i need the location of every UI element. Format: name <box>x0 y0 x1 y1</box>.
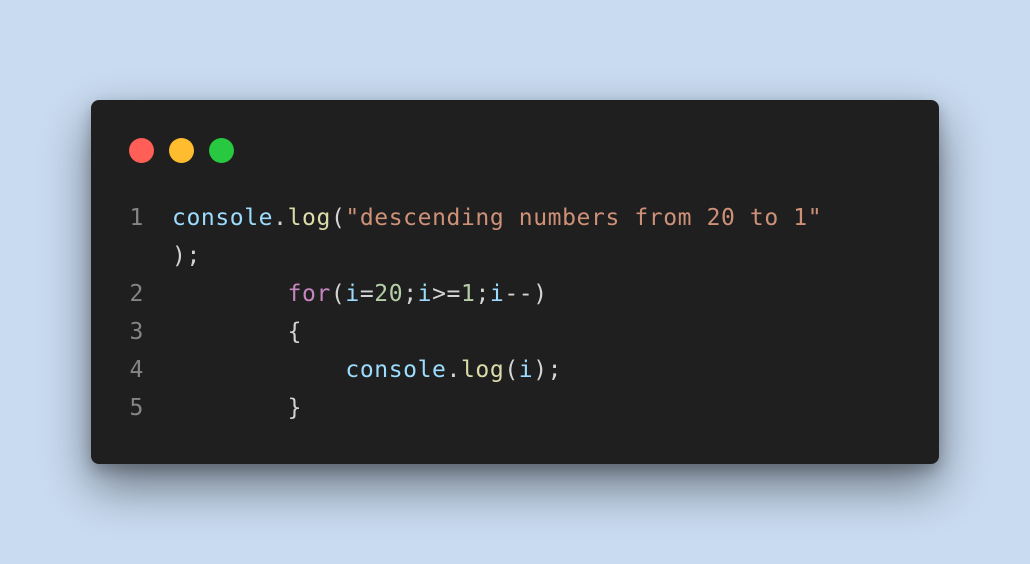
line-number <box>91 237 144 275</box>
code-token: i <box>489 281 505 307</box>
close-dot-icon[interactable] <box>129 138 154 163</box>
code-token: 20 <box>374 281 404 307</box>
window-controls <box>129 138 234 163</box>
line-source: console.log("descending numbers from 20 … <box>144 199 822 237</box>
code-token: . <box>273 205 288 231</box>
code-token: log <box>287 205 331 231</box>
line-source: for(i=20;i>=1;i--) <box>144 275 548 313</box>
code-token: log <box>460 357 505 383</box>
code-token: . <box>446 357 461 383</box>
line-number: 3 <box>129 319 144 345</box>
line-source: console.log(i); <box>144 351 562 389</box>
code-token: console <box>172 205 274 231</box>
line-number: 4 <box>129 357 144 383</box>
code-window: 1 console.log("descending numbers from 20… <box>91 100 939 464</box>
code-token: i <box>345 281 360 307</box>
code-token: ( <box>504 357 519 383</box>
code-line: ); <box>91 237 939 275</box>
code-token: = <box>359 281 375 307</box>
zoom-dot-icon[interactable] <box>209 138 234 163</box>
code-line: 1 console.log("descending numbers from 20… <box>91 199 939 237</box>
line-number: 5 <box>129 395 144 421</box>
code-block: 1 console.log("descending numbers from 20… <box>91 199 939 427</box>
code-token: { <box>172 319 303 345</box>
line-number: 2 <box>129 281 144 307</box>
code-token: >= <box>432 281 461 307</box>
code-token: --) <box>504 281 548 307</box>
code-token: ; <box>403 281 418 307</box>
code-line: 5 } <box>91 389 939 427</box>
code-token: ); <box>533 357 563 383</box>
code-line: 4 console.log(i); <box>91 351 939 389</box>
code-line: 2 for(i=20;i>=1;i--) <box>91 275 939 313</box>
code-token: ); <box>172 243 201 269</box>
code-token: i <box>518 357 534 383</box>
line-source: { <box>144 313 302 351</box>
line-source: ); <box>144 237 201 275</box>
code-token: 1 <box>461 281 476 307</box>
code-token: console <box>345 357 447 383</box>
code-token: ; <box>475 281 490 307</box>
minimize-dot-icon[interactable] <box>169 138 194 163</box>
line-number: 1 <box>129 205 144 231</box>
code-token: for <box>287 281 331 307</box>
line-source: } <box>144 389 302 427</box>
code-token: ( <box>330 205 346 231</box>
code-token: i <box>417 281 433 307</box>
code-line: 3 { <box>91 313 939 351</box>
code-token: } <box>172 395 303 421</box>
code-token: ( <box>330 281 346 307</box>
code-token: "descending numbers from 20 to 1" <box>345 205 823 231</box>
